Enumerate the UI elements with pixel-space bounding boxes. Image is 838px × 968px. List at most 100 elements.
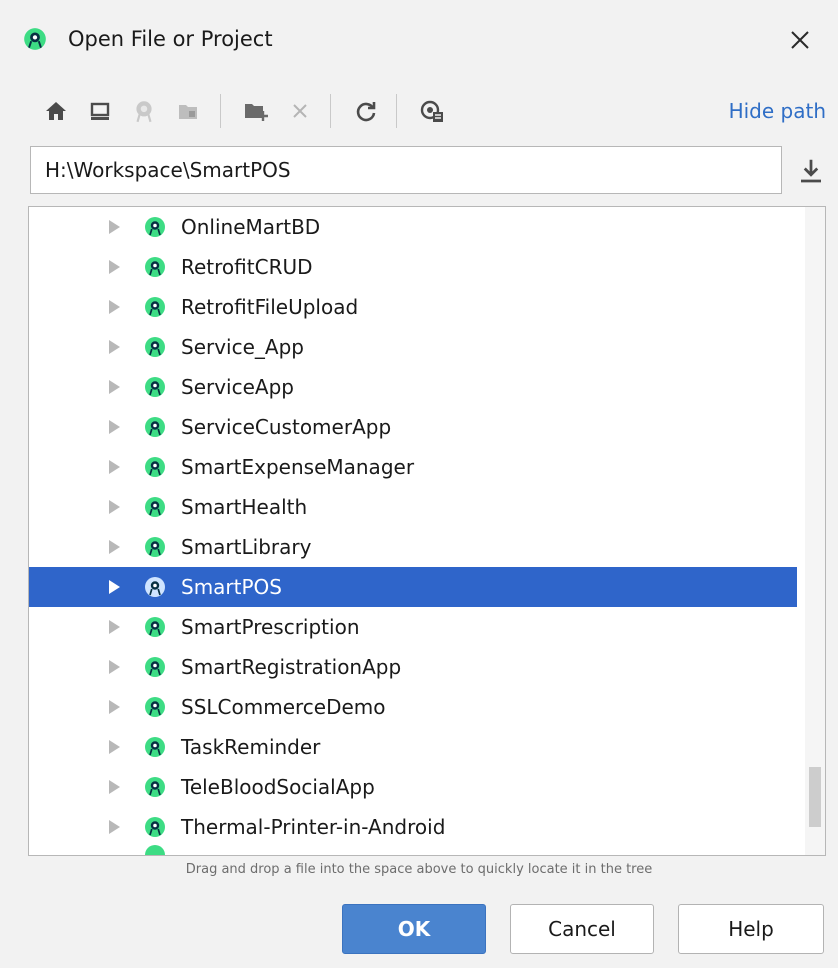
tree-item-label: ServiceCustomerApp <box>181 415 392 439</box>
toolbar-separator <box>330 94 331 128</box>
module-button[interactable] <box>168 88 208 134</box>
desktop-icon <box>90 102 110 120</box>
tree-item[interactable]: SmartExpenseManager <box>29 447 797 487</box>
path-row <box>0 146 838 196</box>
tree-item[interactable]: SmartRegistrationApp <box>29 647 797 687</box>
close-icon <box>791 31 809 49</box>
expand-arrow-icon[interactable] <box>107 499 121 515</box>
scrollbar-thumb[interactable] <box>809 767 821 827</box>
toolbar-separator <box>396 94 397 128</box>
download-icon[interactable] <box>796 156 826 186</box>
tree-item-label: TaskReminder <box>181 735 321 759</box>
tree-item-label: OnlineMartBD <box>181 215 321 239</box>
project-directory-button[interactable] <box>124 88 164 134</box>
tree-item[interactable]: SSLCommerceDemo <box>29 687 797 727</box>
refresh-button[interactable] <box>346 88 386 134</box>
project-icon <box>145 217 165 237</box>
cancel-button[interactable]: Cancel <box>510 904 654 954</box>
tree-item[interactable]: ServiceApp <box>29 367 797 407</box>
expand-arrow-icon[interactable] <box>107 299 121 315</box>
tree-item-label: SmartHealth <box>181 495 308 519</box>
expand-arrow-icon[interactable] <box>107 779 121 795</box>
tree-item[interactable]: TeleBloodSocialApp <box>29 767 797 807</box>
expand-arrow-icon[interactable] <box>107 619 121 635</box>
expand-arrow-icon[interactable] <box>107 459 121 475</box>
tree-item[interactable]: OnlineMartBD <box>29 207 797 247</box>
hide-path-link[interactable]: Hide path <box>729 96 826 126</box>
title-bar: Open File or Project <box>0 0 838 80</box>
expand-arrow-icon[interactable] <box>107 219 121 235</box>
project-icon <box>145 377 165 397</box>
close-button[interactable] <box>778 18 822 62</box>
tree-item[interactable]: ServiceCustomerApp <box>29 407 797 447</box>
help-button[interactable]: Help <box>678 904 824 954</box>
expand-arrow-icon[interactable] <box>107 819 121 835</box>
show-hidden-button[interactable] <box>412 88 452 134</box>
tree-item-label: Service_App <box>181 335 304 359</box>
toolbar-separator <box>220 94 221 128</box>
new-folder-icon <box>245 104 268 121</box>
expand-arrow-icon[interactable] <box>107 379 121 395</box>
tree-item[interactable]: SmartLibrary <box>29 527 797 567</box>
tree-item-label: SmartExpenseManager <box>181 455 415 479</box>
delete-button[interactable] <box>280 88 320 134</box>
expand-arrow-icon[interactable] <box>107 419 121 435</box>
tree-item[interactable]: RetrofitFileUpload <box>29 287 797 327</box>
tree-item-label: SSLCommerceDemo <box>181 695 386 719</box>
tree-item[interactable]: SmartPrescription <box>29 607 797 647</box>
tree-item-label: ServiceApp <box>181 375 294 399</box>
tree-item-label: TeleBloodSocialApp <box>181 775 375 799</box>
dialog-title: Open File or Project <box>68 27 273 51</box>
project-icon <box>145 737 165 757</box>
expand-arrow-icon[interactable] <box>107 259 121 275</box>
project-icon <box>145 257 165 277</box>
project-icon <box>145 697 165 717</box>
project-icon <box>145 617 165 637</box>
expand-arrow-icon[interactable] <box>107 339 121 355</box>
project-icon <box>145 457 165 477</box>
tree-item[interactable]: Thermal-Printer-in-Android <box>29 807 797 847</box>
tree-item[interactable]: SmartHealth <box>29 487 797 527</box>
android-studio-icon <box>24 28 46 50</box>
home-button[interactable] <box>36 88 76 134</box>
project-icon <box>145 777 165 797</box>
tree-item[interactable]: Service_App <box>29 327 797 367</box>
tree-item-label: SmartPrescription <box>181 615 360 639</box>
tree-item-label: SmartPOS <box>181 575 282 599</box>
expand-arrow-icon[interactable] <box>107 579 121 595</box>
path-input[interactable] <box>30 146 782 194</box>
refresh-icon <box>356 102 376 122</box>
drag-drop-hint: Drag and drop a file into the space abov… <box>185 862 653 877</box>
expand-arrow-icon[interactable] <box>107 739 121 755</box>
tree-item-label: RetrofitFileUpload <box>181 295 359 319</box>
scrollbar[interactable] <box>805 207 825 855</box>
project-icon <box>145 817 165 837</box>
project-icon <box>145 537 165 557</box>
expand-arrow-icon[interactable] <box>107 699 121 715</box>
tree-item-label: RetrofitCRUD <box>181 255 313 279</box>
project-icon <box>145 657 165 677</box>
module-icon <box>179 105 197 119</box>
expand-arrow-icon[interactable] <box>107 659 121 675</box>
tree-item[interactable]: TaskReminder <box>29 727 797 767</box>
tree-item[interactable]: RetrofitCRUD <box>29 247 797 287</box>
project-icon <box>145 337 165 357</box>
tree-item-label: SmartLibrary <box>181 535 312 559</box>
desktop-button[interactable] <box>80 88 120 134</box>
project-directory-icon <box>136 101 152 123</box>
home-icon <box>46 102 66 120</box>
toolbar: Hide path <box>0 88 838 134</box>
project-icon <box>145 297 165 317</box>
tree-item-label: Thermal-Printer-in-Android <box>181 815 446 839</box>
project-icon <box>145 497 165 517</box>
expand-arrow-icon[interactable] <box>107 539 121 555</box>
project-icon <box>145 577 165 597</box>
delete-icon <box>293 104 307 118</box>
tree-item-label: SmartRegistrationApp <box>181 655 402 679</box>
tree-item[interactable]: SmartPOS <box>29 567 797 607</box>
ok-button[interactable]: OK <box>342 904 486 954</box>
file-tree[interactable]: OnlineMartBD RetrofitCRUD RetrofitFileUplo… <box>28 206 826 856</box>
show-hidden-icon <box>420 100 443 122</box>
new-folder-button[interactable] <box>236 88 276 134</box>
project-icon <box>145 417 165 437</box>
